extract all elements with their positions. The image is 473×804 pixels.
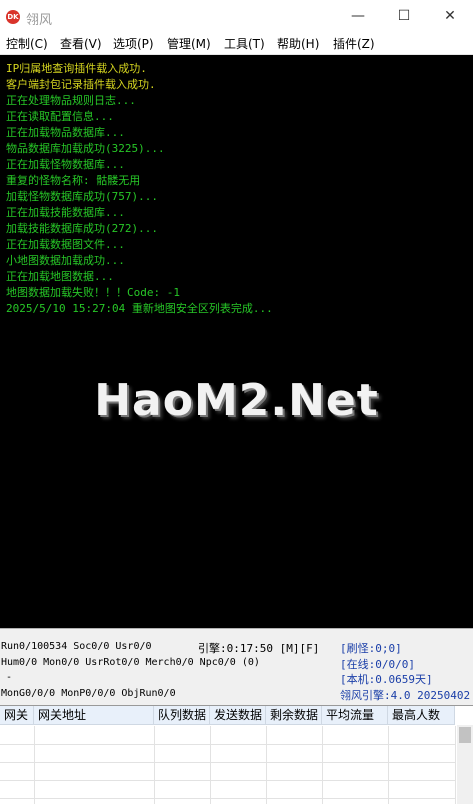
table-row <box>0 780 455 781</box>
gateway-table[interactable]: 网关 网关地址 队列数据 发送数据 剩余数据 平均流量 最高人数 <box>0 705 473 804</box>
col-header-max-users[interactable]: 最高人数 <box>388 706 455 725</box>
col-header-address[interactable]: 网关地址 <box>34 706 154 725</box>
minimize-button[interactable]: — <box>335 0 381 32</box>
menu-control[interactable]: 控制(C) <box>6 35 48 52</box>
table-row <box>0 798 455 799</box>
status-engine-time: 引擎:0:17:50 [M][F] <box>198 642 320 655</box>
vertical-scrollbar[interactable] <box>457 725 473 804</box>
status-refresh: [刷怪:0;0] <box>340 642 402 655</box>
log-line: 重复的怪物名称: 骷髅无用 <box>6 174 141 187</box>
status-online: [在线:0/0/0] <box>340 658 415 671</box>
grid-line <box>388 726 389 804</box>
close-button[interactable]: ✕ <box>427 0 473 32</box>
status-panel: Run0/100534 Soc0/0 Usr0/0 引擎:0:17:50 [M]… <box>0 628 473 706</box>
grid-line <box>266 726 267 804</box>
log-console[interactable]: IP归属地查询插件载入成功. 客户端封包记录插件载入成功. 正在处理物品规则日志… <box>0 55 473 628</box>
maximize-button[interactable]: ☐ <box>381 0 427 32</box>
col-header-avg-traffic[interactable]: 平均流量 <box>322 706 388 725</box>
log-line: 小地图数据加载成功... <box>6 254 125 267</box>
grid-line <box>455 726 456 804</box>
menu-view[interactable]: 查看(V) <box>60 35 102 52</box>
log-line: 正在读取配置信息... <box>6 110 114 123</box>
status-dash: - <box>6 672 13 683</box>
table-row <box>0 744 455 745</box>
menu-plugins[interactable]: 插件(Z) <box>333 35 375 52</box>
grid-line <box>210 726 211 804</box>
log-line: IP归属地查询插件载入成功. <box>6 62 147 75</box>
app-logo-icon: DK <box>6 10 20 24</box>
log-line: 正在加载怪物数据库... <box>6 158 125 171</box>
grid-line <box>154 726 155 804</box>
menu-bar: 控制(C) 查看(V) 选项(P) 管理(M) 工具(T) 帮助(H) 插件(Z… <box>0 32 473 55</box>
status-version: 翎风引擎:4.0 20250402 <box>340 689 471 702</box>
window-title: 翎风 <box>26 13 53 28</box>
log-line: 客户端封包记录插件载入成功. <box>6 78 156 91</box>
status-mon: MonG0/0/0 MonP0/0/0 ObjRun0/0 <box>1 688 176 699</box>
log-line: 2025/5/10 15:27:04 重新地图安全区列表完成... <box>6 302 273 315</box>
log-line: 正在加载物品数据库... <box>6 126 125 139</box>
status-run: Run0/100534 Soc0/0 Usr0/0 <box>1 641 152 652</box>
status-hum: Hum0/0 Mon0/0 UsrRot0/0 Merch0/0 Npc0/0 … <box>1 657 260 668</box>
menu-options[interactable]: 选项(P) <box>113 35 154 52</box>
log-line: 正在处理物品规则日志... <box>6 94 136 107</box>
status-local: [本机:0.0659天] <box>340 673 433 686</box>
log-line: 地图数据加载失败！！！Code: -1 <box>6 286 180 299</box>
grid-line <box>322 726 323 804</box>
table-row <box>0 762 455 763</box>
log-line: 正在加载技能数据库... <box>6 206 125 219</box>
log-line: 正在加载数据图文件... <box>6 238 125 251</box>
watermark-logo: HaoM2.Net <box>94 375 379 426</box>
log-line: 加载技能数据库成功(272)... <box>6 222 158 235</box>
grid-line <box>34 726 35 804</box>
scrollbar-thumb[interactable] <box>459 727 471 743</box>
log-line: 物品数据库加载成功(3225)... <box>6 142 165 155</box>
menu-manage[interactable]: 管理(M) <box>167 35 211 52</box>
col-header-sent[interactable]: 发送数据 <box>210 706 266 725</box>
col-header-remaining[interactable]: 剩余数据 <box>266 706 322 725</box>
col-header-queue[interactable]: 队列数据 <box>154 706 210 725</box>
log-line: 加载怪物数据库成功(757)... <box>6 190 158 203</box>
col-header-gateway[interactable]: 网关 <box>0 706 34 725</box>
menu-tools[interactable]: 工具(T) <box>224 35 265 52</box>
title-bar: DK 翎风 — ☐ ✕ <box>0 0 473 32</box>
log-line: 正在加载地图数据... <box>6 270 114 283</box>
menu-help[interactable]: 帮助(H) <box>277 35 319 52</box>
